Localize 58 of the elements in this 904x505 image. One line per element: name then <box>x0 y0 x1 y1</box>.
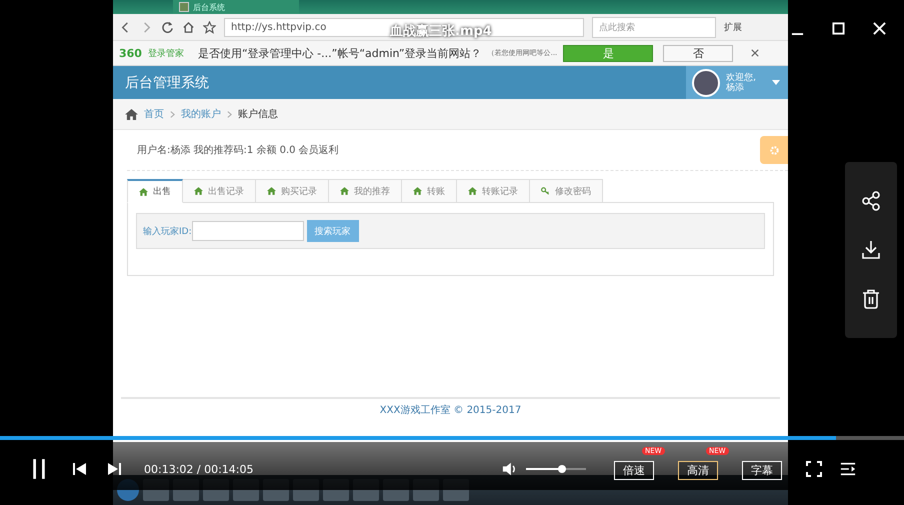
home-icon <box>125 108 138 120</box>
tab[interactable]: 购买记录 <box>256 179 329 203</box>
playback-time: 00:13:02 / 00:14:05 <box>144 462 254 476</box>
breadcrumb-item: 账户信息 <box>238 108 278 121</box>
logo: 360 <box>119 46 142 60</box>
search-player-button[interactable]: 搜索玩家 <box>306 220 359 242</box>
previous-icon[interactable] <box>72 461 88 477</box>
delete-icon[interactable] <box>861 289 881 310</box>
player-button[interactable]: 高清 <box>678 460 718 480</box>
home-icon <box>194 187 203 195</box>
browser-tab-title[interactable]: 后台系统 <box>193 2 225 12</box>
progress-bar[interactable] <box>0 436 904 440</box>
gear-icon <box>768 144 780 156</box>
home-icon[interactable] <box>182 20 195 34</box>
playlist-icon[interactable] <box>840 461 856 477</box>
user-name[interactable]: 杨添 <box>726 82 756 92</box>
chevron-icon <box>227 110 232 118</box>
account-info: 用户名:杨添 我的推荐码:1 余额 0.0 会员返利 <box>136 144 339 157</box>
player-button[interactable]: 倍速 <box>614 460 654 480</box>
player-id-field[interactable] <box>192 221 304 241</box>
volume-handle[interactable] <box>558 465 566 473</box>
tab[interactable]: 我的推荐 <box>329 179 402 203</box>
home-icon <box>468 187 477 195</box>
breadcrumb-item[interactable]: 首页 <box>144 107 164 121</box>
avatar[interactable] <box>692 68 720 96</box>
fullscreen-icon[interactable] <box>806 461 822 477</box>
app-title: 后台管理系统 <box>124 74 209 92</box>
field-label: 输入玩家ID: <box>143 226 192 238</box>
tab[interactable]: 转账 <box>402 179 457 203</box>
page-icon <box>179 2 189 12</box>
star-icon[interactable] <box>203 20 216 34</box>
next-icon[interactable] <box>106 461 122 477</box>
home-icon <box>139 188 148 196</box>
breadcrumb-item[interactable]: 我的账户 <box>181 107 221 121</box>
prompt-message: 是否使用“登录管理中心 -...”帐号“admin”登录当前网站？ <box>198 46 482 60</box>
home-icon <box>413 187 422 195</box>
yes-button[interactable]: 是 <box>563 44 654 62</box>
home-icon <box>267 187 276 195</box>
download-icon[interactable] <box>861 240 881 260</box>
volume-icon[interactable] <box>502 461 518 477</box>
no-button[interactable]: 否 <box>663 44 734 62</box>
reload-icon[interactable] <box>161 20 174 34</box>
key-icon <box>541 187 550 195</box>
chevron-icon <box>170 110 175 118</box>
tab[interactable]: 转账记录 <box>457 179 530 203</box>
search-field[interactable]: 点此搜索 <box>592 16 716 38</box>
caret-icon[interactable] <box>772 80 780 85</box>
tab[interactable]: 修改密码 <box>530 179 603 203</box>
maximize-icon[interactable] <box>832 22 845 35</box>
tab[interactable]: 出售记录 <box>183 179 256 203</box>
footer-text: XXX游戏工作室 © 2015-2017 <box>380 404 522 417</box>
home-icon <box>340 187 349 195</box>
greeting: 欢迎您, <box>726 72 756 82</box>
extensions-button[interactable]: 扩展 <box>724 20 782 34</box>
share-icon[interactable] <box>861 190 881 211</box>
player-button[interactable]: 字幕 <box>742 460 782 480</box>
brand-name: 登录管家 <box>148 48 184 60</box>
tab[interactable]: 出售 <box>127 179 183 203</box>
